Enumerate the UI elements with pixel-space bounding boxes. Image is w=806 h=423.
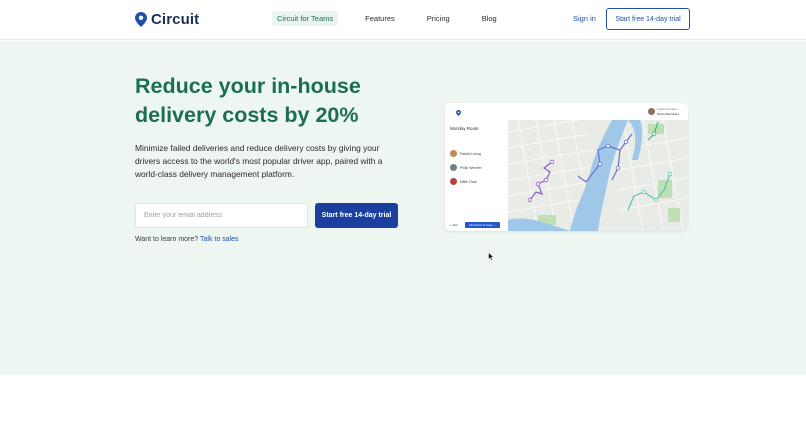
nav-blog[interactable]: Blog [477,11,502,26]
driver-item: Patrick Leung [450,150,481,157]
route-title: Monday Route [450,126,479,131]
preview-topbar: Organization Name Marcel Bernardes [508,103,688,120]
map-pin-icon [135,12,147,27]
nav-circuit-for-teams[interactable]: Circuit for Teams [272,11,339,26]
avatar [450,150,457,157]
hero-subtext: Minimize failed deliveries and reduce de… [135,143,383,179]
preview-edit-link: + Edit [450,223,458,227]
header-trial-button[interactable]: Start free 14-day trial [606,8,690,30]
organization-name: Organization Name [657,108,678,111]
driver-item: Philip Wheeler [450,164,482,171]
preview-sidebar: Monday Route Patrick Leung Philip Wheele… [445,103,508,231]
app-preview: Monday Route Patrick Leung Philip Wheele… [445,103,688,231]
headline-line-2: delivery costs by 20% [135,103,359,127]
driver-item: Millie Clark [450,178,477,185]
hero-trial-button[interactable]: Start free 14-day trial [315,203,398,228]
email-input[interactable] [135,203,308,228]
lower-section [0,375,806,423]
talk-to-sales-link[interactable]: Talk to sales [200,236,239,243]
main-nav: Circuit for Teams Features Pricing Blog [272,11,524,26]
avatar [450,164,457,171]
nav-features[interactable]: Features [360,11,400,26]
preview-add-button: Add drivers & routes → [465,222,500,228]
map-pin-icon [456,110,461,116]
driver-name: Millie Clark [460,179,477,184]
avatar [648,108,655,115]
site-header: Circuit Circuit for Teams Features Prici… [0,0,806,40]
avatar [450,178,457,185]
nav-pricing[interactable]: Pricing [422,11,455,26]
brand-logo[interactable]: Circuit [135,11,199,28]
headline-line-1: Reduce your in-house [135,74,361,98]
brand-name: Circuit [151,11,200,28]
sign-in-link[interactable]: Sign in [573,14,596,23]
hero-headline: Reduce your in-house delivery costs by 2… [135,72,395,130]
learn-more: Want to learn more? Talk to sales [135,236,239,243]
user-name: Marcel Bernardes [657,112,680,116]
driver-name: Philip Wheeler [460,165,482,170]
route-map [508,120,688,231]
learn-more-text: Want to learn more? [135,236,199,243]
driver-name: Patrick Leung [460,151,481,156]
mouse-cursor-icon [488,252,494,261]
